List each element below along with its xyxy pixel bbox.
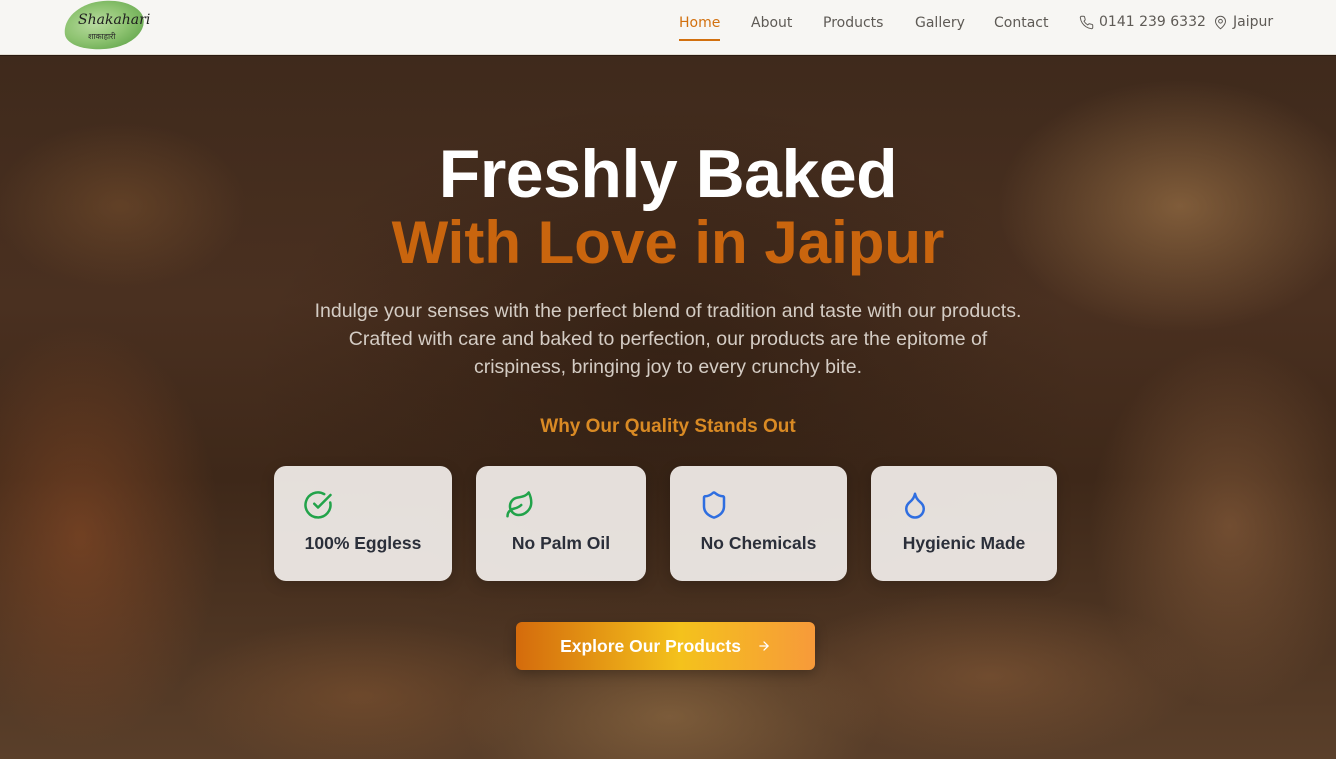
hero-title: Freshly Baked <box>438 136 898 212</box>
brand-subtitle: शाकाहारी <box>88 32 116 41</box>
map-pin-icon <box>1214 15 1227 29</box>
nav-link-gallery[interactable]: Gallery <box>915 15 965 37</box>
feature-label: No Chemicals <box>700 533 817 553</box>
location-text: Jaipur <box>1233 14 1274 30</box>
phone-link[interactable]: 0141 239 6332 <box>1079 14 1206 30</box>
feature-label: 100% Eggless <box>304 533 422 553</box>
hero-section: Freshly Baked With Love in Jaipur Indulg… <box>0 56 1336 759</box>
location-link[interactable]: Jaipur <box>1213 14 1273 30</box>
nav-link-contact[interactable]: Contact <box>994 15 1048 37</box>
cta-label: Explore Our Products <box>560 635 741 656</box>
brand-logo[interactable]: Shakahari शाकाहारी <box>61 0 151 55</box>
phone-number: 0141 239 6332 <box>1099 14 1206 30</box>
shield-icon <box>699 490 729 520</box>
check-circle-icon <box>303 490 333 520</box>
nav-link-products[interactable]: Products <box>823 15 883 37</box>
nav-link-home[interactable]: Home <box>679 15 721 41</box>
arrow-right-icon <box>759 641 769 651</box>
feature-card-hygienic: Hygienic Made <box>871 466 1057 581</box>
navbar: Shakahari शाकाहारी Home About Products G… <box>0 0 1336 55</box>
nav-link-about[interactable]: About <box>751 15 792 37</box>
brand-name: Shakahari <box>78 12 151 28</box>
phone-icon <box>1079 15 1094 29</box>
droplet-icon <box>900 490 930 520</box>
quality-heading: Why Our Quality Stands Out <box>540 416 796 437</box>
leaf-icon <box>505 490 535 520</box>
feature-card-no-palm-oil: No Palm Oil <box>476 466 646 581</box>
feature-card-no-chemicals: No Chemicals <box>670 466 847 581</box>
explore-products-button[interactable]: Explore Our Products <box>516 622 815 670</box>
hero-subtitle: With Love in Jaipur <box>391 209 945 276</box>
hero-description: Indulge your senses with the perfect ble… <box>314 300 1022 378</box>
feature-label: No Palm Oil <box>511 533 611 553</box>
feature-label: Hygienic Made <box>902 533 1026 553</box>
feature-card-eggless: 100% Eggless <box>274 466 452 581</box>
